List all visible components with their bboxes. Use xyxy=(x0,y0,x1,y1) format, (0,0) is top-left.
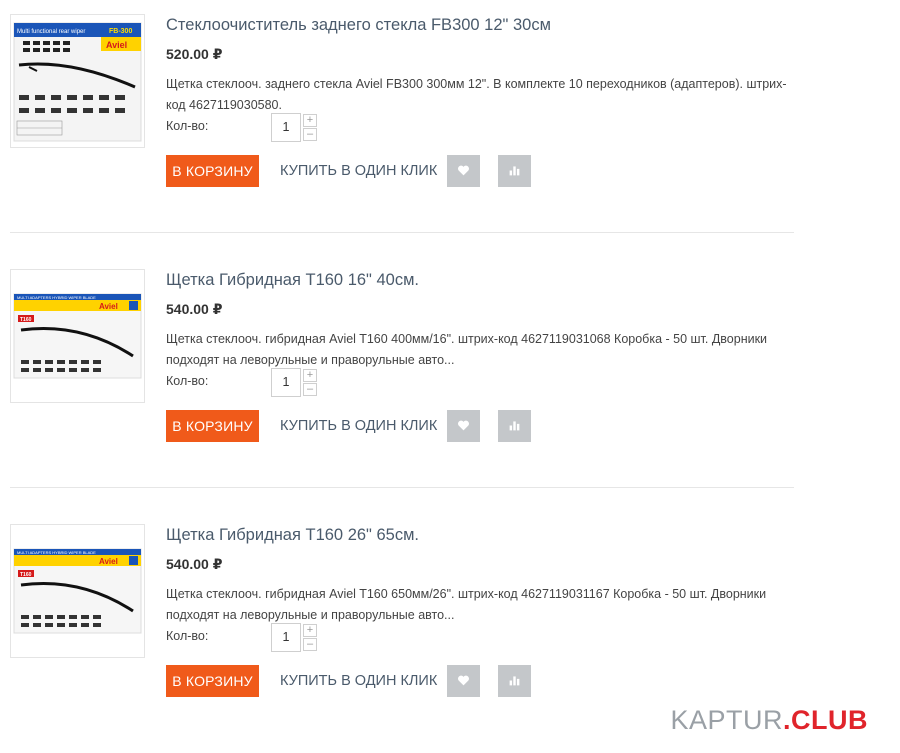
product-title-link[interactable]: Щетка Гибридная T160 16" 40см. xyxy=(166,271,419,290)
quantity-input[interactable]: 1 xyxy=(271,623,301,652)
heart-icon xyxy=(458,675,469,686)
add-to-cart-button[interactable]: В КОРЗИНУ xyxy=(166,410,259,442)
product-image[interactable]: MULTI ADAPTERS HYBRID WIPER BLADE Aviel … xyxy=(10,524,145,658)
quantity-increase-button[interactable]: + xyxy=(303,369,317,382)
product-price: 540.00 ₽ xyxy=(166,556,223,572)
heart-icon xyxy=(458,165,469,176)
watermark-part1: KAPTUR xyxy=(670,705,783,735)
quantity-increase-button[interactable]: + xyxy=(303,624,317,637)
quantity-label: Кол-во: xyxy=(166,119,209,133)
bar-chart-icon xyxy=(509,676,520,686)
compare-button[interactable] xyxy=(498,155,531,187)
favorite-button[interactable] xyxy=(447,665,480,697)
quantity-decrease-button[interactable]: – xyxy=(303,383,317,396)
quantity-label: Кол-во: xyxy=(166,374,209,388)
watermark-part2: CLUB xyxy=(791,705,868,735)
product-title-link[interactable]: Щетка Гибридная T160 26" 65см. xyxy=(166,526,419,545)
model-text: T160 xyxy=(20,572,32,578)
product-card: MULTI ADAPTERS HYBRID WIPER BLADE Aviel … xyxy=(0,255,900,480)
brand-text: Aviel xyxy=(106,40,127,50)
product-card: MULTI ADAPTERS HYBRID WIPER BLADE Aviel … xyxy=(0,510,900,735)
product-divider xyxy=(10,232,794,233)
bar-chart-icon xyxy=(509,421,520,431)
banner-text: MULTI ADAPTERS HYBRID WIPER BLADE xyxy=(17,295,96,300)
product-price: 540.00 ₽ xyxy=(166,301,223,317)
product-divider xyxy=(10,487,794,488)
product-card: Multi functional rear wiper FB-300 Aviel… xyxy=(0,0,900,225)
quantity-decrease-button[interactable]: – xyxy=(303,638,317,651)
bar-chart-icon xyxy=(509,166,520,176)
wiper-package-image: MULTI ADAPTERS HYBRID WIPER BLADE Aviel … xyxy=(11,270,144,402)
product-description: Щетка стеклооч. гибридная Aviel T160 400… xyxy=(166,332,768,367)
compare-button[interactable] xyxy=(498,665,531,697)
buy-one-click-button[interactable]: КУПИТЬ В ОДИН КЛИК xyxy=(280,155,437,187)
banner-text: Multi functional rear wiper xyxy=(17,29,85,35)
quantity-label: Кол-во: xyxy=(166,629,209,643)
product-description: Щетка стеклооч. гибридная Aviel T160 650… xyxy=(166,587,767,622)
compare-button[interactable] xyxy=(498,410,531,442)
quantity-increase-button[interactable]: + xyxy=(303,114,317,127)
quantity-input[interactable]: 1 xyxy=(271,368,301,397)
product-description: Щетка стеклооч. заднего стекла Aviel FB3… xyxy=(166,77,787,112)
wiper-package-image: MULTI ADAPTERS HYBRID WIPER BLADE Aviel … xyxy=(11,525,144,657)
buy-one-click-button[interactable]: КУПИТЬ В ОДИН КЛИК xyxy=(280,410,437,442)
site-watermark: KAPTUR.CLUB xyxy=(670,705,868,736)
wiper-package-image: Multi functional rear wiper FB-300 Aviel xyxy=(11,15,144,147)
model-text: T160 xyxy=(20,317,32,323)
product-image[interactable]: MULTI ADAPTERS HYBRID WIPER BLADE Aviel … xyxy=(10,269,145,403)
brand-text: Aviel xyxy=(99,302,118,311)
product-image[interactable]: Multi functional rear wiper FB-300 Aviel xyxy=(10,14,145,148)
buy-one-click-button[interactable]: КУПИТЬ В ОДИН КЛИК xyxy=(280,665,437,697)
product-title-link[interactable]: Стеклоочиститель заднего стекла FB300 12… xyxy=(166,16,551,35)
banner-text: MULTI ADAPTERS HYBRID WIPER BLADE xyxy=(17,550,96,555)
heart-icon xyxy=(458,420,469,431)
quantity-decrease-button[interactable]: – xyxy=(303,128,317,141)
brand-text: Aviel xyxy=(99,557,118,566)
favorite-button[interactable] xyxy=(447,410,480,442)
watermark-dot: . xyxy=(782,705,791,735)
model-text: FB-300 xyxy=(109,28,132,35)
add-to-cart-button[interactable]: В КОРЗИНУ xyxy=(166,155,259,187)
product-price: 520.00 ₽ xyxy=(166,46,223,62)
quantity-input[interactable]: 1 xyxy=(271,113,301,142)
favorite-button[interactable] xyxy=(447,155,480,187)
add-to-cart-button[interactable]: В КОРЗИНУ xyxy=(166,665,259,697)
